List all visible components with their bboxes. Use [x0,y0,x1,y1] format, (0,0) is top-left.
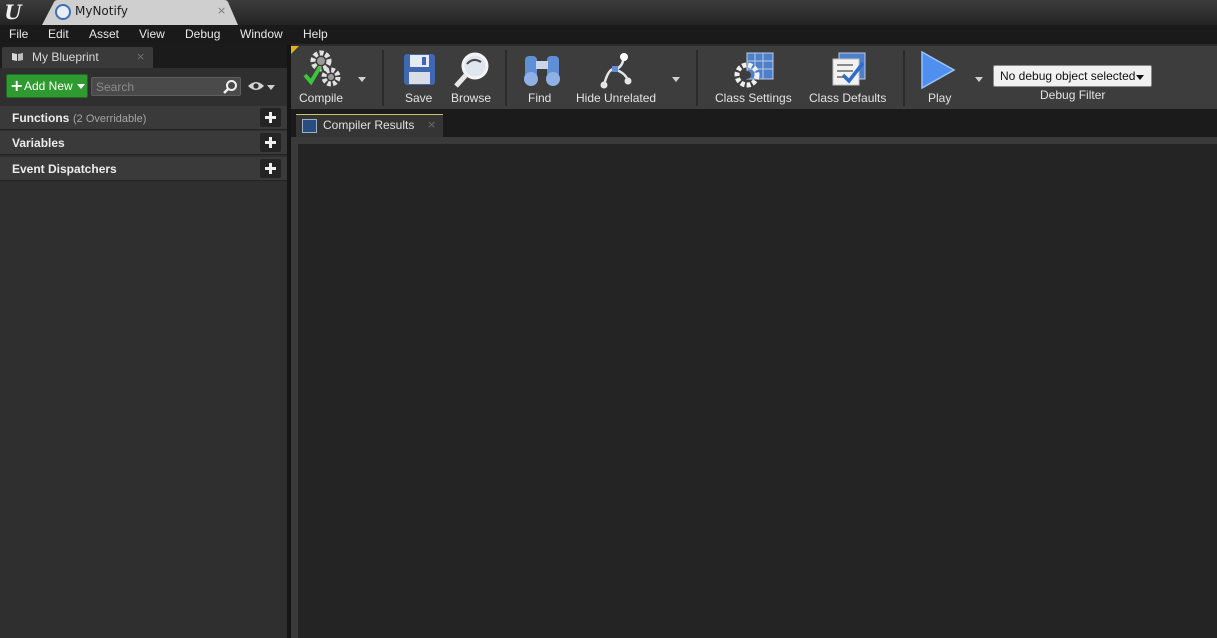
section-title: Variables [12,136,65,150]
my-blueprint-tab-label: My Blueprint [32,50,99,64]
hide-unrelated-label: Hide Unrelated [576,91,657,105]
checklist-icon [832,52,866,86]
menu-window[interactable]: Window [240,27,283,41]
close-icon[interactable]: × [217,4,226,17]
debug-filter-label: Debug Filter [1040,88,1106,102]
unreal-engine-logo-icon[interactable]: U [2,1,24,23]
compile-button[interactable]: Compile [295,46,351,110]
document-tab-mynotify[interactable]: MyNotify × [42,0,238,25]
add-function-button[interactable] [260,108,281,127]
debug-object-select[interactable]: No debug object selected [993,65,1152,87]
tab-my-blueprint[interactable]: My Blueprint × [2,47,153,68]
chevron-down-icon [1136,75,1144,80]
search-box [91,77,241,96]
play-button[interactable]: Play [915,46,967,110]
tab-compiler-results[interactable]: Compiler Results × [296,114,443,137]
title-bar: U MyNotify × [0,0,1217,25]
add-new-label: Add New [24,79,73,93]
search-input[interactable] [92,78,220,95]
section-title: Functions [12,111,70,125]
compiler-log-icon [302,119,317,133]
search-icon[interactable] [222,79,238,95]
compiler-results-tabstrip: Compiler Results × [291,109,1217,137]
binoculars-icon [524,56,560,86]
menu-file[interactable]: File [9,27,28,41]
my-blueprint-panel: My Blueprint × + Add New Functions (2 Ov… [0,44,287,638]
class-settings-button[interactable]: Class Settings [711,46,797,110]
compiler-results-log[interactable] [298,144,1217,638]
toolbar-separator [382,50,384,106]
book-icon [12,53,23,61]
section-subtitle: (2 Overridable) [73,113,147,125]
section-functions[interactable]: Functions (2 Overridable) [0,106,287,130]
add-new-button[interactable]: + Add New [6,74,88,98]
browse-label: Browse [451,91,492,105]
play-options-caret[interactable] [975,77,983,82]
menu-view[interactable]: View [139,27,165,41]
section-title: Event Dispatchers [12,162,117,176]
section-event-dispatchers[interactable]: Event Dispatchers [0,157,287,181]
browse-button[interactable]: Browse [447,46,497,110]
find-label: Find [528,91,552,105]
save-label: Save [405,91,433,105]
blueprint-asset-icon [55,4,71,20]
menu-debug[interactable]: Debug [185,27,220,41]
class-defaults-button[interactable]: Class Defaults [805,46,893,110]
debug-object-value: No debug object selected [1000,69,1136,83]
compiler-results-tab-label: Compiler Results [323,118,415,132]
close-icon[interactable]: × [136,50,145,63]
menu-bar: File Edit Asset View Debug Window Help [0,25,1217,44]
toolbar-separator [903,50,905,106]
compile-options-caret[interactable] [358,77,366,82]
document-tab-shape [42,0,238,25]
toolbar-separator [696,50,698,106]
eye-icon[interactable] [247,80,265,92]
blueprint-toolbar: Compile Save Browse Find Hide Unrelated … [291,44,1217,109]
toolbar-separator [505,50,507,106]
play-triangle-icon [921,50,956,90]
save-button[interactable]: Save [395,46,443,110]
magnifier-icon [454,52,489,88]
chevron-down-icon [77,84,85,89]
menu-edit[interactable]: Edit [48,27,69,41]
compile-label: Compile [299,91,344,105]
compiler-results-frame [291,137,1217,638]
gears-checkmark-icon [303,50,341,87]
section-variables[interactable]: Variables [0,131,287,155]
add-event-dispatcher-button[interactable] [260,159,281,178]
hide-unrelated-options-caret[interactable] [672,77,680,82]
gear-grid-icon [734,52,774,88]
find-button[interactable]: Find [517,46,567,110]
node-graph-icon [600,53,632,89]
menu-help[interactable]: Help [303,27,328,41]
class-defaults-label: Class Defaults [809,91,887,105]
close-icon[interactable]: × [427,118,436,131]
add-variable-button[interactable] [260,133,281,152]
floppy-disk-icon [404,54,435,85]
my-blueprint-tabstrip: My Blueprint × [0,44,287,68]
menu-asset[interactable]: Asset [89,27,119,41]
hide-unrelated-button[interactable]: Hide Unrelated [573,46,659,110]
class-settings-label: Class Settings [715,91,792,105]
play-label: Play [928,91,952,105]
chevron-down-icon[interactable] [267,85,275,90]
document-tab-label: MyNotify [75,4,128,18]
plus-icon: + [10,76,24,95]
